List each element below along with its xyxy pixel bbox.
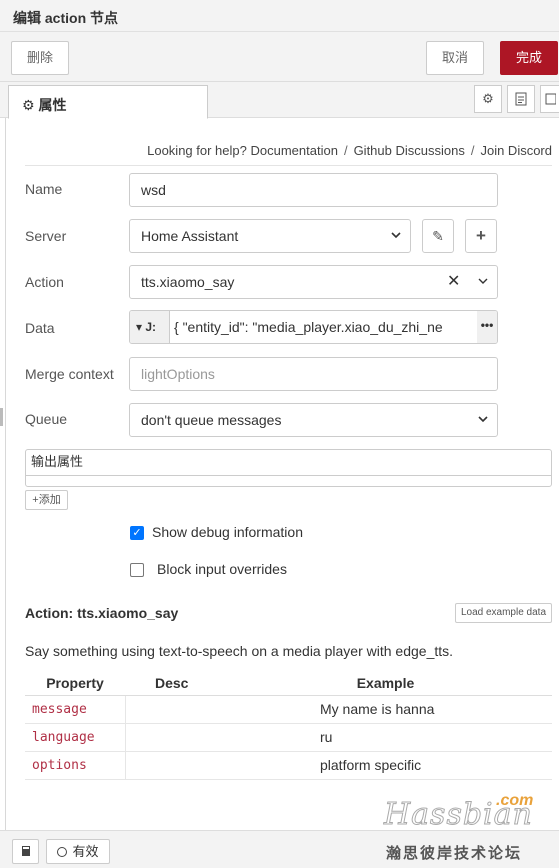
done-button[interactable]: 完成	[500, 41, 558, 75]
editor-toolbar: 删除 取消 完成	[0, 32, 559, 82]
enabled-label: 有效	[72, 844, 99, 859]
property-cell: options	[25, 751, 126, 780]
server-label: Server	[25, 228, 67, 244]
queue-select-value: don't queue messages	[141, 412, 282, 428]
name-input[interactable]: wsd	[129, 173, 498, 207]
enabled-toggle[interactable]: 有效	[46, 839, 110, 864]
appearance-tab-frame-icon[interactable]	[540, 85, 559, 113]
delete-button[interactable]: 删除	[11, 41, 69, 75]
action-select[interactable]: tts.xiaomo_say ✕	[129, 265, 498, 299]
block-input-label: Block input overrides	[157, 561, 287, 577]
example-cell: My name is hanna	[219, 695, 552, 724]
github-discussions-link[interactable]: Github Discussions	[354, 143, 465, 158]
server-select-value: Home Assistant	[141, 228, 239, 244]
action-label: Action	[25, 274, 64, 290]
output-properties-list: 输出属性	[25, 449, 552, 487]
merge-context-label: Merge context	[25, 366, 114, 382]
settings-tab-gear-icon[interactable]: ⚙	[474, 85, 502, 113]
add-output-label: 添加	[38, 494, 61, 506]
show-debug-label: Show debug information	[152, 524, 303, 540]
clear-icon[interactable]: ✕	[447, 266, 460, 298]
documentation-link[interactable]: Documentation	[250, 143, 337, 158]
queue-select[interactable]: don't queue messages	[129, 403, 498, 437]
merge-context-input[interactable]: lightOptions	[129, 357, 498, 391]
join-discord-link[interactable]: Join Discord	[480, 143, 552, 158]
json-type-icon: J:	[145, 320, 157, 334]
cancel-button[interactable]: 取消	[426, 41, 484, 75]
action-properties-table: Property Desc Example message My name is…	[25, 671, 552, 780]
action-select-value: tts.xiaomo_say	[141, 274, 235, 290]
data-value: { "entity_id": "media_player.xiao_du_zhi…	[174, 319, 443, 335]
chevron-down-icon	[477, 404, 489, 448]
table-row: options platform specific	[25, 751, 552, 780]
divider	[25, 165, 552, 166]
tab-bar: ⚙ 属性 ⚙	[0, 82, 559, 119]
block-input-checkbox[interactable]	[130, 563, 144, 577]
chevron-down-icon[interactable]	[477, 266, 489, 310]
column-header: Property	[25, 671, 125, 696]
action-description: Say something using text-to-speech on a …	[25, 643, 454, 659]
data-label: Data	[25, 320, 55, 336]
editor-title: 编辑 action 节点	[13, 10, 119, 26]
property-cell: message	[25, 695, 126, 724]
editor-title-bar: 编辑 action 节点	[0, 0, 559, 32]
description-tab-document-icon[interactable]	[507, 85, 535, 113]
help-prefix: Looking for help?	[147, 143, 247, 158]
desc-cell	[125, 723, 219, 752]
table-header-row: Property Desc Example	[25, 671, 552, 696]
gear-icon: ⚙	[22, 97, 35, 113]
circle-icon	[57, 847, 68, 857]
resize-handle[interactable]	[0, 408, 3, 426]
table-row: language ru	[25, 723, 552, 752]
edit-server-pencil-icon[interactable]: ✎	[422, 219, 454, 253]
data-type-selector[interactable]: ▾ J:	[130, 311, 170, 343]
name-label: Name	[25, 181, 63, 197]
table-row: message My name is hanna	[25, 695, 552, 724]
column-header: Desc	[125, 671, 219, 696]
watermark-tagline: 瀚思彼岸技术论坛	[386, 845, 523, 862]
chevron-down-icon	[390, 220, 402, 264]
example-cell: ru	[219, 723, 552, 752]
example-cell: platform specific	[219, 751, 552, 780]
tab-properties-label: 属性	[38, 97, 67, 113]
node-help-book-icon[interactable]	[12, 839, 39, 864]
caret-down-icon: ▾	[136, 320, 143, 334]
column-header: Example	[219, 671, 552, 696]
tab-properties[interactable]: ⚙ 属性	[8, 85, 208, 119]
watermark-domain: .com	[496, 792, 534, 809]
add-output-button[interactable]: +添加	[25, 490, 68, 510]
panel-left-border	[5, 118, 6, 830]
property-cell: language	[25, 723, 126, 752]
add-server-plus-icon[interactable]: +	[465, 219, 497, 253]
expand-editor-ellipsis-icon[interactable]: •••	[477, 311, 497, 343]
server-select[interactable]: Home Assistant	[129, 219, 411, 253]
action-info-title: Action: tts.xiaomo_say	[25, 605, 179, 621]
desc-cell	[125, 751, 219, 780]
help-links: Looking for help? Documentation / Github D…	[147, 143, 552, 158]
queue-label: Queue	[25, 411, 68, 427]
output-properties-header: 输出属性	[26, 450, 551, 476]
desc-cell	[125, 695, 219, 724]
show-debug-checkbox[interactable]: ✓	[130, 526, 144, 540]
load-example-button[interactable]: Load example data	[455, 603, 552, 623]
data-typed-input[interactable]: ▾ J: { "entity_id": "media_player.xiao_d…	[129, 310, 498, 344]
